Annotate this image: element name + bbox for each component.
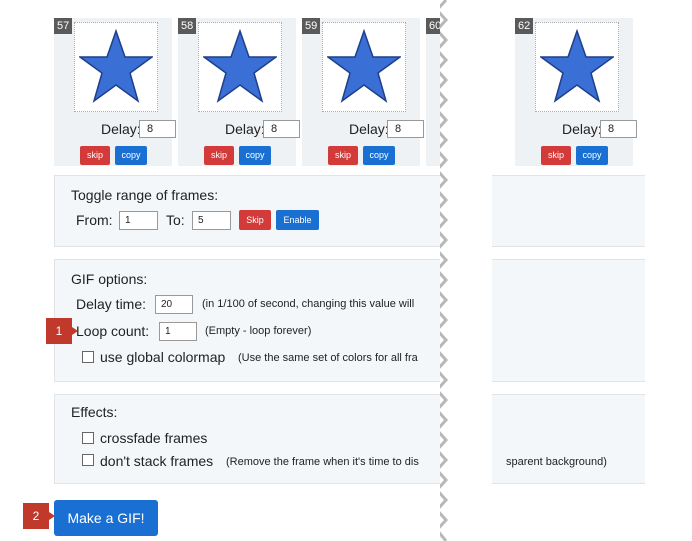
make-gif-button[interactable]: Make a GIF! bbox=[54, 500, 158, 536]
to-input[interactable]: 5 bbox=[192, 211, 231, 230]
panel-title: GIF options: bbox=[71, 271, 148, 287]
delay-label: Delay: bbox=[349, 121, 389, 137]
star-icon bbox=[79, 29, 153, 103]
delay-input[interactable]: 8 bbox=[600, 120, 637, 138]
copy-button[interactable]: copy bbox=[576, 146, 608, 165]
skip-button[interactable]: skip bbox=[80, 146, 110, 165]
to-label: To: bbox=[166, 212, 185, 228]
loop-count-label: Loop count: bbox=[76, 323, 150, 339]
loop-count-note: (Empty - loop forever) bbox=[205, 325, 312, 337]
global-colormap-note: (Use the same set of colors for all fra bbox=[238, 352, 418, 364]
delay-input[interactable]: 8 bbox=[387, 120, 424, 138]
frame-57: 57 Delay: 8 skip copy bbox=[54, 18, 176, 166]
dont-stack-checkbox[interactable] bbox=[82, 454, 94, 466]
frame-thumbnail[interactable] bbox=[198, 22, 282, 112]
panel-title: Effects: bbox=[71, 404, 118, 420]
copy-button[interactable]: copy bbox=[363, 146, 395, 165]
delay-time-input[interactable]: 20 bbox=[155, 295, 193, 314]
frame-number: 57 bbox=[54, 18, 73, 34]
from-label: From: bbox=[76, 212, 113, 228]
callout-badge-2: 2 bbox=[23, 503, 55, 529]
dont-stack-label: don't stack frames bbox=[100, 453, 214, 469]
frame-number: 59 bbox=[302, 18, 321, 34]
callout-badge-1: 1 bbox=[46, 318, 78, 344]
from-input[interactable]: 1 bbox=[119, 211, 158, 230]
frame-59: 59 Delay: 8 skip copy bbox=[302, 18, 424, 166]
frame-thumbnail[interactable] bbox=[322, 22, 406, 112]
frame-58: 58 Delay: 8 skip copy bbox=[178, 18, 300, 166]
crossfade-label: crossfade frames bbox=[100, 430, 208, 446]
dont-stack-note-tail: sparent background) bbox=[506, 456, 607, 468]
frame-thumbnail[interactable] bbox=[535, 22, 619, 112]
torn-gap bbox=[440, 0, 492, 541]
delay-label: Delay: bbox=[101, 121, 141, 137]
star-icon bbox=[540, 29, 614, 103]
copy-button[interactable]: copy bbox=[115, 146, 147, 165]
global-colormap-checkbox[interactable] bbox=[82, 351, 94, 363]
effects-panel: Effects: crossfade frames don't stack fr… bbox=[54, 394, 645, 484]
global-colormap-label: use global colormap bbox=[100, 349, 226, 365]
frame-number: 58 bbox=[178, 18, 197, 34]
skip-button[interactable]: skip bbox=[541, 146, 571, 165]
gif-options-panel: GIF options: Delay time: 20 (in 1/100 of… bbox=[54, 259, 645, 382]
toggle-range-panel: Toggle range of frames: From: 1 To: 5 Sk… bbox=[54, 175, 645, 247]
frame-thumbnail[interactable] bbox=[74, 22, 158, 112]
loop-count-input[interactable]: 1 bbox=[159, 322, 197, 341]
frame-62: 62 Delay: 8 skip copy bbox=[515, 18, 637, 166]
skip-button[interactable]: skip bbox=[204, 146, 234, 165]
delay-time-label: Delay time: bbox=[76, 296, 147, 312]
star-icon bbox=[203, 29, 277, 103]
panel-title: Toggle range of frames: bbox=[71, 187, 219, 203]
delay-label: Delay: bbox=[225, 121, 265, 137]
enable-range-button[interactable]: Enable bbox=[276, 210, 319, 230]
copy-button[interactable]: copy bbox=[239, 146, 271, 165]
delay-label: Delay: bbox=[562, 121, 602, 137]
crossfade-checkbox[interactable] bbox=[82, 432, 94, 444]
delay-input[interactable]: 8 bbox=[139, 120, 176, 138]
torn-edge-divider bbox=[440, 0, 449, 541]
dont-stack-note: (Remove the frame when it's time to dis bbox=[226, 456, 419, 468]
skip-range-button[interactable]: Skip bbox=[239, 210, 271, 230]
skip-button[interactable]: skip bbox=[328, 146, 358, 165]
delay-time-note: (in 1/100 of second, changing this value… bbox=[202, 298, 415, 310]
frame-number: 62 bbox=[515, 18, 534, 34]
delay-input[interactable]: 8 bbox=[263, 120, 300, 138]
star-icon bbox=[327, 29, 401, 103]
